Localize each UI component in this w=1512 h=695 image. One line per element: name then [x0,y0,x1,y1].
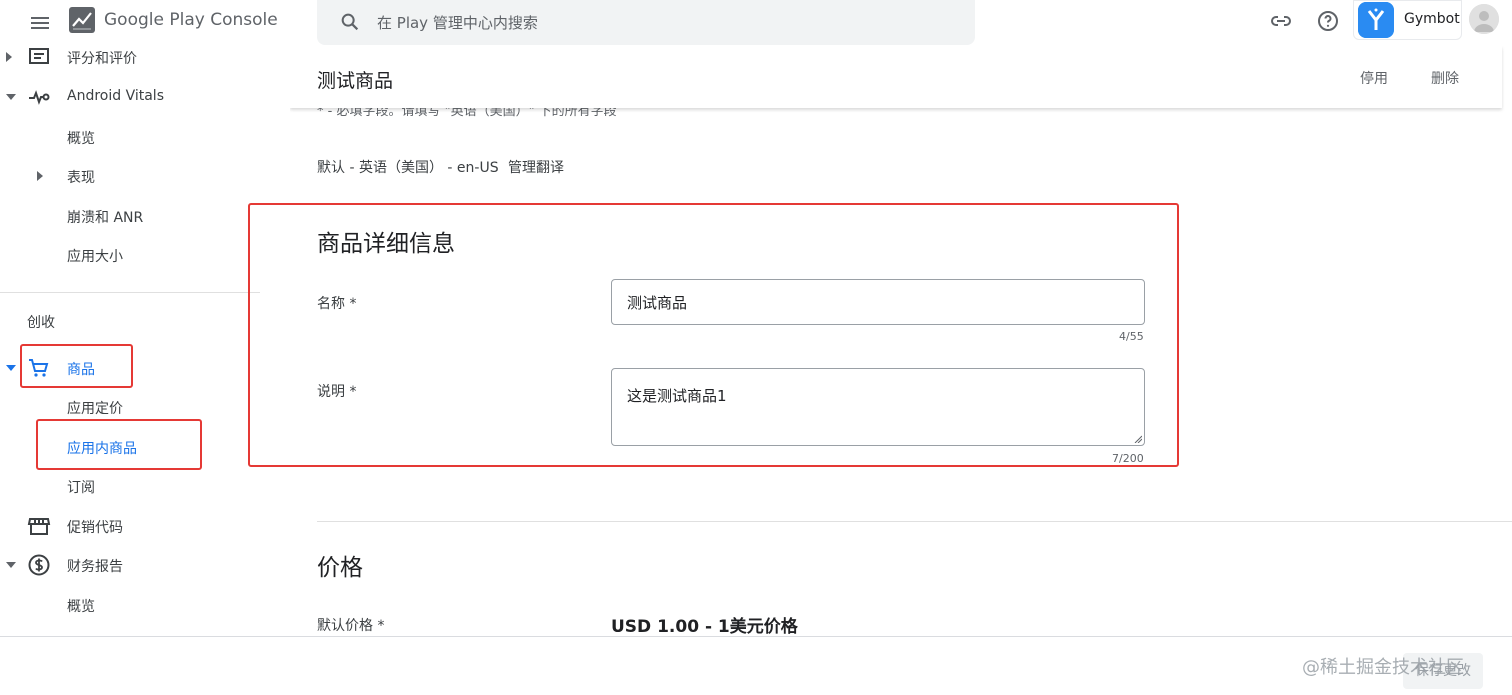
highlight-product-details [248,203,1179,467]
sidebar: 评分和评价 Android Vitals 概览 表现 崩溃和 ANR 应用大小 … [0,46,260,636]
app-icon [1358,2,1394,38]
default-price-value: USD 1.00 - 1美元价格 [611,617,798,636]
account-switcher[interactable]: Gymbot [1353,0,1462,40]
dollar-icon [28,554,50,576]
sidebar-item-label: 财务报告 [67,559,123,575]
store-icon [27,518,51,535]
sidebar-item-subscriptions[interactable]: 订阅 [0,469,260,503]
top-bar: Google Play Console Gymbot [0,0,1512,46]
sidebar-divider [0,292,260,293]
bottom-bar: 保存更改 @稀土掘金技术社区 [0,636,1512,695]
default-price-label: 默认价格 * [317,618,385,634]
expand-caret-icon[interactable] [6,52,12,62]
sidebar-item-label: 评分和评价 [67,51,137,67]
sidebar-item-label: 表现 [67,170,95,186]
manage-translations-link[interactable]: 管理翻译 [508,157,564,177]
reviews-icon [29,48,49,64]
sidebar-item-finance-overview[interactable]: 概览 [0,588,260,622]
collapse-caret-icon[interactable] [6,94,16,100]
sidebar-item-label: 应用大小 [67,249,123,265]
avatar[interactable] [1469,4,1499,34]
sidebar-item-label: 应用定价 [67,401,123,417]
collapse-caret-icon[interactable] [6,562,16,568]
sidebar-item-crashes-anr[interactable]: 崩溃和 ANR [0,199,260,233]
search-icon[interactable] [339,11,361,33]
section-divider [317,521,1512,522]
watermark: @稀土掘金技术社区 [1302,657,1464,678]
page-title: 测试商品 [317,70,394,92]
sidebar-item-label: 崩溃和 ANR [67,210,144,226]
sidebar-item-promo-codes[interactable]: 促销代码 [0,509,260,543]
play-console-app: Google Play Console Gymbot [0,0,1512,695]
sidebar-item-label: 订阅 [67,480,95,496]
highlight-in-app-products [36,419,202,470]
sidebar-item-financial-reports[interactable]: 财务报告 [0,548,260,582]
menu-icon[interactable] [28,12,52,34]
link-icon[interactable] [1269,9,1293,33]
sidebar-section-title: 创收 [27,315,55,331]
sidebar-item-label: 概览 [67,131,95,147]
expand-caret-icon[interactable] [37,171,43,181]
search-bar[interactable] [317,0,975,45]
deactivate-button[interactable]: 停用 [1360,68,1388,88]
price-heading: 价格 [317,555,363,581]
sidebar-item-label: 概览 [67,599,95,615]
search-input[interactable] [377,12,937,34]
help-icon[interactable] [1316,9,1340,33]
sidebar-item-performance[interactable]: 表现 [0,159,260,193]
highlight-products [20,344,133,388]
sidebar-item-app-size[interactable]: 应用大小 [0,238,260,272]
sidebar-item-android-vitals[interactable]: Android Vitals [0,80,260,114]
sidebar-item-vitals-overview[interactable]: 概览 [0,120,260,154]
vitals-icon [29,90,50,105]
sidebar-item-label: 促销代码 [67,520,123,536]
brand-name: Google Play Console [104,10,278,30]
play-console-logo[interactable] [68,6,96,34]
default-language: 默认 - 英语（美国） - en-US [317,160,499,176]
delete-button[interactable]: 删除 [1431,68,1459,88]
page-header: 测试商品 停用 删除 [290,46,1502,108]
sidebar-item-label: Android Vitals [67,88,164,104]
account-name: Gymbot [1404,11,1460,27]
collapse-caret-icon[interactable] [6,365,16,371]
